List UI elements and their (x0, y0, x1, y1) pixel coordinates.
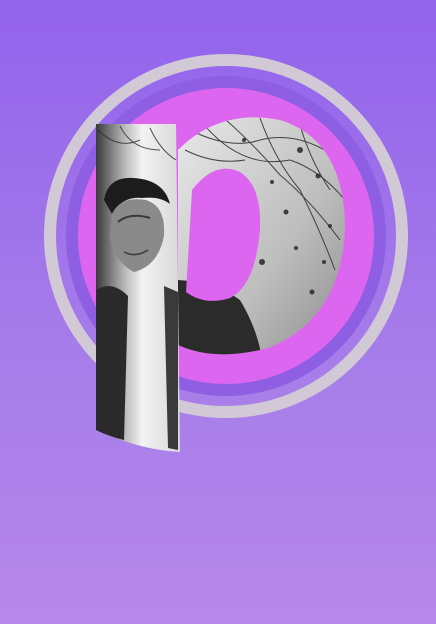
poster-canvas (0, 0, 436, 624)
letter-p-logo-icon (44, 54, 408, 452)
photo-stem (96, 124, 180, 452)
